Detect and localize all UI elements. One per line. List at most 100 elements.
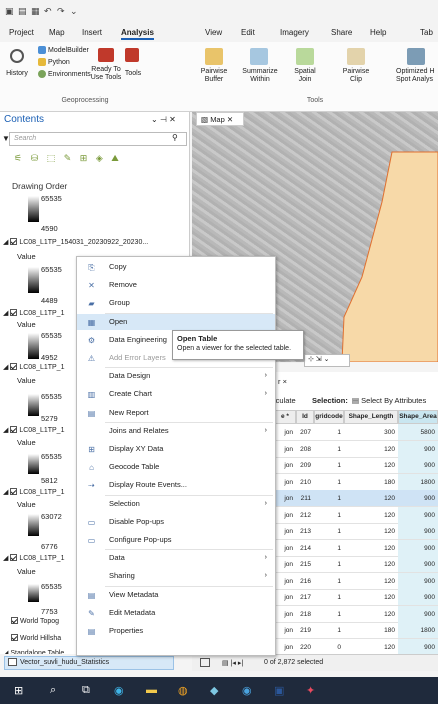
- table-cell[interactable]: 120: [344, 556, 398, 573]
- table-cell[interactable]: 216: [296, 573, 314, 590]
- menu-item-geocode-table[interactable]: ⌂ Geocode Table: [77, 459, 275, 475]
- table-cell[interactable]: 900: [398, 605, 438, 623]
- table-cell[interactable]: 900: [398, 457, 438, 474]
- open-icon[interactable]: ▤: [18, 6, 27, 17]
- expand-icon[interactable]: ◢: [3, 489, 10, 496]
- calculate-button[interactable]: lculate: [274, 396, 296, 405]
- table-cell[interactable]: 120: [344, 573, 398, 590]
- table-cell[interactable]: jon: [274, 441, 296, 458]
- save-icon[interactable]: ▣: [5, 6, 14, 17]
- table-cell[interactable]: 219: [296, 622, 314, 639]
- column-header[interactable]: Shape_Length: [344, 410, 398, 424]
- table-cell[interactable]: 1: [314, 556, 344, 573]
- visibility-checkbox[interactable]: [11, 617, 18, 624]
- table-cell[interactable]: 120: [344, 606, 398, 623]
- paint-icon[interactable]: ✦: [306, 684, 315, 697]
- visibility-checkbox[interactable]: [10, 309, 18, 316]
- column-header[interactable]: e *: [274, 410, 296, 424]
- table-cell[interactable]: 209: [296, 457, 314, 474]
- table-cell[interactable]: 900: [398, 589, 438, 606]
- table-cell[interactable]: jon: [274, 606, 296, 623]
- visibility-checkbox[interactable]: [10, 238, 18, 245]
- menu-item-properties[interactable]: ▤ Properties: [77, 623, 275, 639]
- table-cell[interactable]: 207: [296, 424, 314, 441]
- summarize-within-button[interactable]: Summarize Within: [240, 68, 280, 84]
- expand-icon[interactable]: ◢: [3, 555, 10, 562]
- menu-item-data[interactable]: Data ›: [77, 550, 275, 566]
- table-cell[interactable]: jon: [274, 589, 296, 606]
- table-cell[interactable]: 1: [314, 606, 344, 623]
- visibility-checkbox[interactable]: [10, 426, 18, 433]
- table-cell[interactable]: 120: [344, 589, 398, 606]
- table-cell[interactable]: 120: [344, 490, 398, 507]
- table-cell[interactable]: jon: [274, 639, 296, 656]
- table-cell[interactable]: jon: [274, 556, 296, 573]
- table-cell[interactable]: 1: [314, 573, 344, 590]
- table-cell[interactable]: 1: [314, 441, 344, 458]
- table-cell[interactable]: 1800: [398, 622, 438, 639]
- table-cell[interactable]: jon: [274, 457, 296, 474]
- table-cell[interactable]: 900: [398, 440, 438, 458]
- optimized-hotspot-button[interactable]: Optimized H Spot Analys: [396, 68, 438, 84]
- search-icon[interactable]: ⌕: [50, 684, 56, 697]
- list-by-selection-icon[interactable]: ⬚: [47, 153, 56, 163]
- tab-share[interactable]: Share: [331, 28, 352, 37]
- visibility-checkbox[interactable]: [10, 554, 18, 561]
- tab-imagery[interactable]: Imagery: [280, 28, 309, 37]
- table-cell[interactable]: 300: [344, 424, 398, 441]
- file-explorer-icon[interactable]: ▬: [146, 684, 157, 696]
- table-cell[interactable]: 208: [296, 441, 314, 458]
- table-cell[interactable]: jon: [274, 507, 296, 524]
- table-cell[interactable]: 180: [344, 474, 398, 491]
- menu-item-edit-metadata[interactable]: ✎ Edit Metadata: [77, 605, 275, 621]
- table-cell[interactable]: 120: [344, 457, 398, 474]
- tab-insert[interactable]: Insert: [82, 28, 102, 37]
- tools-icon[interactable]: [125, 48, 139, 62]
- modelbuilder-button[interactable]: ModelBuilder: [48, 47, 89, 55]
- pairwise-clip-button[interactable]: Pairwise Clip: [338, 68, 374, 84]
- table-cell[interactable]: 1: [314, 424, 344, 441]
- modelbuilder-icon[interactable]: [38, 46, 46, 54]
- table-cell[interactable]: 1: [314, 507, 344, 524]
- table-cell[interactable]: 900: [398, 523, 438, 540]
- table-cell[interactable]: 120: [344, 540, 398, 557]
- visibility-checkbox[interactable]: [10, 363, 18, 370]
- visibility-checkbox[interactable]: [10, 488, 18, 495]
- task-view-icon[interactable]: ⧉: [82, 684, 90, 697]
- list-by-snapping-icon[interactable]: ⊞: [80, 153, 88, 163]
- table-cell[interactable]: 1: [314, 622, 344, 639]
- table-cell[interactable]: 900: [398, 490, 438, 507]
- chrome-icon[interactable]: ◍: [178, 684, 188, 697]
- word-icon[interactable]: ▣: [274, 684, 284, 697]
- menu-item-group[interactable]: ▰ Group: [77, 295, 275, 311]
- table-cell[interactable]: 212: [296, 507, 314, 524]
- table-cell[interactable]: 218: [296, 606, 314, 623]
- environments-icon[interactable]: [38, 70, 46, 78]
- table-cell[interactable]: 900: [398, 572, 438, 590]
- layer-row-1[interactable]: ◢ LC08_L1TP_154031_20230922_20230...: [3, 237, 187, 249]
- menu-item-data-design[interactable]: Data Design ›: [77, 368, 275, 384]
- table-cell[interactable]: 0: [314, 639, 344, 656]
- customize-icon[interactable]: ⌄: [70, 6, 78, 17]
- table-cell[interactable]: 900: [398, 556, 438, 573]
- grid-icon[interactable]: ▦: [31, 6, 40, 17]
- expand-icon[interactable]: ◢: [3, 239, 10, 246]
- table-cell[interactable]: 214: [296, 540, 314, 557]
- tab-map[interactable]: Map: [49, 28, 65, 37]
- tools-button[interactable]: Tools: [122, 70, 144, 78]
- pairwise-buffer-icon[interactable]: [205, 48, 223, 65]
- menu-item-remove[interactable]: ✕ Remove: [77, 277, 275, 293]
- table-cell[interactable]: 900: [398, 638, 438, 656]
- expand-icon[interactable]: ◢: [3, 310, 10, 317]
- list-by-source-icon[interactable]: ⛁: [31, 153, 39, 163]
- app-icon[interactable]: ◉: [242, 684, 252, 697]
- select-by-attributes-button[interactable]: ▤ Select By Attributes: [352, 396, 426, 405]
- summarize-within-icon[interactable]: [250, 48, 268, 65]
- table-cell[interactable]: 217: [296, 589, 314, 606]
- start-icon[interactable]: ⊞: [14, 684, 23, 697]
- pane-options-icon[interactable]: ⌄ ⊣ ✕: [151, 115, 176, 124]
- table-cell[interactable]: jon: [274, 490, 296, 507]
- menu-item-selection[interactable]: Selection ›: [77, 496, 275, 512]
- tab-view[interactable]: View: [205, 28, 222, 37]
- table-view-icon[interactable]: [200, 658, 210, 667]
